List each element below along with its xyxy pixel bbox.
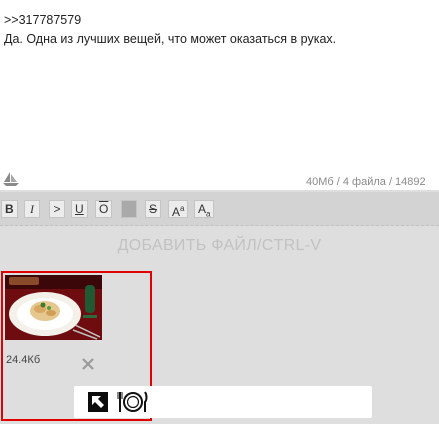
italic-button[interactable]: I bbox=[24, 200, 40, 218]
attachment-tag-bar bbox=[74, 386, 372, 418]
bold-button[interactable]: B bbox=[1, 200, 18, 218]
close-icon[interactable] bbox=[81, 357, 95, 371]
arrow-up-left-icon[interactable] bbox=[88, 392, 108, 412]
message-text: >>317787579 Да. Одна из лучших вещей, чт… bbox=[4, 11, 336, 49]
spoiler-button[interactable] bbox=[121, 200, 137, 218]
superscript-small: a bbox=[180, 204, 185, 213]
message-body: Да. Одна из лучших вещей, что может оказ… bbox=[4, 32, 337, 46]
plate-cutlery-icon[interactable] bbox=[117, 389, 149, 415]
quote-button[interactable]: > bbox=[49, 200, 65, 218]
reply-reference: >>317787579 bbox=[4, 13, 82, 27]
superscript-button[interactable]: Aa bbox=[168, 200, 189, 219]
add-file-dropzone[interactable]: ДОБАВИТЬ ФАЙЛ/CTRL-V bbox=[0, 228, 439, 264]
subscript-base: A bbox=[198, 202, 207, 216]
attachment-thumbnail[interactable] bbox=[5, 275, 102, 340]
overline-button[interactable]: O bbox=[95, 200, 113, 218]
sailboat-icon[interactable] bbox=[2, 171, 20, 187]
subscript-small: a bbox=[206, 209, 211, 219]
board-stats: 40Мб / 4 файла / 14892 bbox=[306, 176, 426, 188]
strike-button[interactable]: S bbox=[145, 200, 162, 218]
superscript-base: A bbox=[172, 205, 181, 219]
attachment-size: 24.4Кб bbox=[6, 354, 41, 366]
message-textarea[interactable]: >>317787579 Да. Одна из лучших вещей, чт… bbox=[0, 0, 439, 190]
subscript-button[interactable]: Aa bbox=[194, 200, 215, 219]
underline-button[interactable]: U bbox=[71, 200, 88, 218]
formatting-toolbar: B I > U O S Aa Aa bbox=[0, 192, 439, 226]
